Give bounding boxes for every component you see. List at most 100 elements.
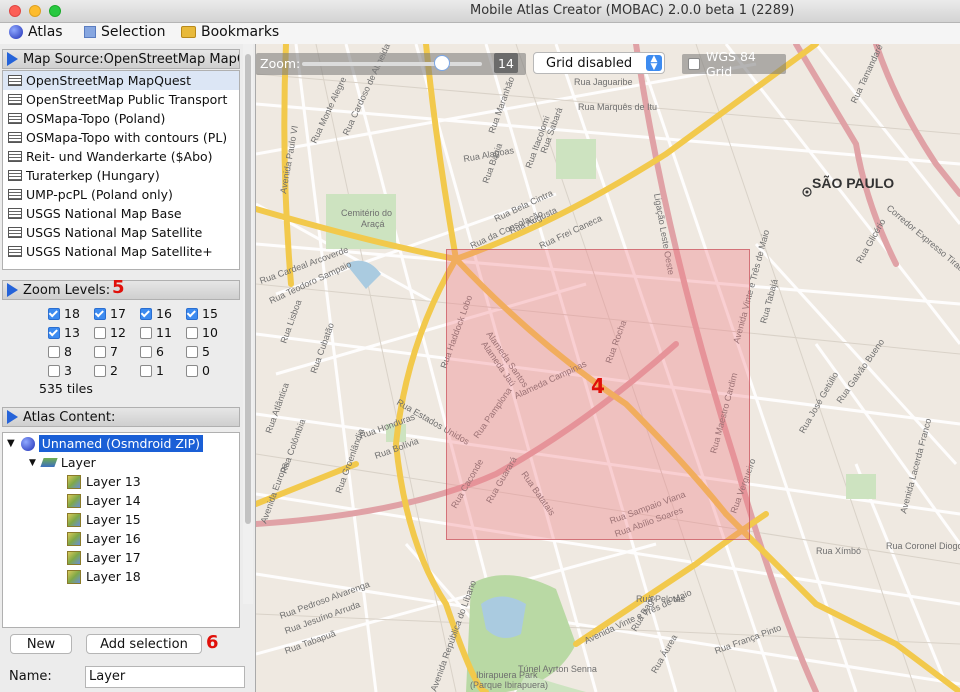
map-source-item[interactable]: USGS National Map Satellite+ [3, 242, 239, 261]
map-source-item[interactable]: OpenStreetMap Public Transport [3, 90, 239, 109]
map-view[interactable]: Rua da Consolação Avenida Paulo VI Cemit… [256, 44, 960, 692]
map-source-item[interactable]: USGS National Map Base [3, 204, 239, 223]
zoom-level-11[interactable]: 11 [140, 325, 172, 340]
zoom-level-18[interactable]: 18 [48, 306, 80, 321]
zoom-level-16[interactable]: 16 [140, 306, 172, 321]
wgs84-checkbox[interactable] [688, 58, 700, 70]
scrollbar-thumb[interactable] [245, 54, 251, 524]
tree-root-node[interactable]: ▼ Unnamed (Osmdroid ZIP) [7, 435, 204, 452]
annotation-marker-4: 4 [591, 374, 605, 398]
zoom-level-checkbox[interactable] [48, 307, 60, 320]
atlas-content-header[interactable]: Atlas Content: [2, 407, 240, 427]
globe-icon [20, 436, 35, 451]
close-window-button[interactable] [9, 5, 21, 17]
expand-triangle-icon[interactable]: ▼ [29, 458, 36, 468]
zoom-level-checkbox[interactable] [48, 364, 60, 377]
select-arrows-icon: ▲ ▼ [646, 55, 662, 72]
zoom-level-label: 12 [110, 325, 126, 340]
menu-atlas[interactable]: Atlas [9, 24, 63, 40]
zoom-value: 14 [494, 53, 518, 73]
map-layer-icon [67, 474, 81, 489]
tree-layer-child[interactable]: Layer 14 [67, 493, 141, 508]
map-source-item[interactable]: OSMapa-Topo (Poland) [3, 109, 239, 128]
tree-layer-child[interactable]: Layer 17 [67, 550, 141, 565]
zoom-label: Zoom: [260, 56, 301, 71]
name-label: Name: [9, 669, 52, 684]
zoom-level-checkbox[interactable] [140, 326, 152, 339]
tree-layer-child[interactable]: Layer 18 [67, 569, 141, 584]
map-source-item[interactable]: OpenStreetMap MapQuest [3, 71, 239, 90]
zoom-slider-knob[interactable] [434, 55, 450, 71]
zoom-level-label: 6 [156, 344, 164, 359]
map-source-item[interactable]: Turaterkep (Hungary) [3, 166, 239, 185]
zoom-level-8[interactable]: 8 [48, 344, 72, 359]
zoom-level-6[interactable]: 6 [140, 344, 164, 359]
zoom-slider[interactable] [302, 62, 482, 66]
zoom-level-checkbox[interactable] [186, 364, 198, 377]
name-input[interactable]: Layer [85, 666, 245, 688]
zoom-level-7[interactable]: 7 [94, 344, 118, 359]
zoom-level-checkbox[interactable] [94, 345, 106, 358]
menu-bookmarks-label: Bookmarks [201, 24, 280, 40]
map-source-header[interactable]: Map Source:OpenStreetMap MapQuest [2, 49, 240, 69]
zoom-level-13[interactable]: 13 [48, 325, 80, 340]
tile-count: 535 tiles [39, 381, 93, 396]
zoom-level-10[interactable]: 10 [186, 325, 218, 340]
layer-child-label: Layer 18 [86, 569, 141, 584]
menu-bookmarks[interactable]: Bookmarks [181, 24, 279, 40]
layer-child-label: Layer 15 [86, 512, 141, 527]
map-source-item[interactable]: Reit- und Wanderkarte ($Abo) [3, 147, 239, 166]
zoom-level-12[interactable]: 12 [94, 325, 126, 340]
menu-selection[interactable]: Selection [84, 24, 166, 40]
expand-triangle-icon[interactable]: ▼ [7, 438, 15, 449]
zoom-level-checkbox[interactable] [48, 326, 60, 339]
tree-layer-child[interactable]: Layer 13 [67, 474, 141, 489]
layers-icon [40, 458, 58, 467]
zoom-level-checkbox[interactable] [186, 307, 198, 320]
zoom-level-checkbox[interactable] [186, 345, 198, 358]
map-source-item[interactable]: OSMapa-Topo with contours (PL) [3, 128, 239, 147]
zoom-level-checkbox[interactable] [140, 364, 152, 377]
zoom-level-2[interactable]: 2 [94, 363, 118, 378]
zoom-level-checkbox[interactable] [94, 326, 106, 339]
zoom-level-checkbox[interactable] [94, 364, 106, 377]
map-source-list[interactable]: OpenStreetMap MapQuest OpenStreetMap Publ… [2, 70, 240, 270]
map-source-item[interactable]: UMP-pcPL (Poland only) [3, 185, 239, 204]
add-selection-button[interactable]: Add selection [86, 634, 202, 654]
selection-icon [84, 26, 96, 38]
map-source-label: OSMapa-Topo (Poland) [26, 111, 166, 126]
zoom-level-checkbox[interactable] [140, 307, 152, 320]
folder-icon [181, 26, 196, 38]
tree-layer-node[interactable]: ▼ Layer [29, 455, 96, 470]
zoom-level-checkbox[interactable] [140, 345, 152, 358]
zoom-level-5[interactable]: 5 [186, 344, 210, 359]
zoom-level-checkbox[interactable] [94, 307, 106, 320]
map-layer-icon [67, 569, 81, 584]
tile-server-icon [8, 246, 22, 257]
atlas-content-tree[interactable]: ▼ Unnamed (Osmdroid ZIP) ▼ Layer Layer 1… [2, 432, 240, 628]
zoom-level-15[interactable]: 15 [186, 306, 218, 321]
zoom-level-1[interactable]: 1 [140, 363, 164, 378]
zoom-level-checkbox[interactable] [48, 345, 60, 358]
layer-child-label: Layer 14 [86, 493, 141, 508]
wgs84-grid-toggle[interactable]: WGS 84 Grid [682, 49, 786, 79]
zoom-level-17[interactable]: 17 [94, 306, 126, 321]
zoom-level-checkbox[interactable] [186, 326, 198, 339]
window-title: Mobile Atlas Creator (MOBAC) 2.0.0 beta … [470, 3, 795, 18]
zoom-level-3[interactable]: 3 [48, 363, 72, 378]
new-button[interactable]: New [10, 634, 72, 654]
grid-select[interactable]: Grid disabled ▲ ▼ [533, 52, 665, 74]
zoom-level-label: 11 [156, 325, 172, 340]
minimize-window-button[interactable] [29, 5, 41, 17]
zoom-level-0[interactable]: 0 [186, 363, 210, 378]
svg-text:Rua Coronel Diogo: Rua Coronel Diogo [886, 541, 960, 551]
left-panel-scrollbar[interactable] [243, 44, 253, 604]
collapse-arrow-icon [7, 410, 18, 424]
tree-layer-child[interactable]: Layer 16 [67, 531, 141, 546]
tree-layer-child[interactable]: Layer 15 [67, 512, 141, 527]
zoom-level-label: 0 [202, 363, 210, 378]
map-layer-icon [67, 550, 81, 565]
map-source-item[interactable]: USGS National Map Satellite [3, 223, 239, 242]
zoom-level-label: 1 [156, 363, 164, 378]
maximize-window-button[interactable] [49, 5, 61, 17]
